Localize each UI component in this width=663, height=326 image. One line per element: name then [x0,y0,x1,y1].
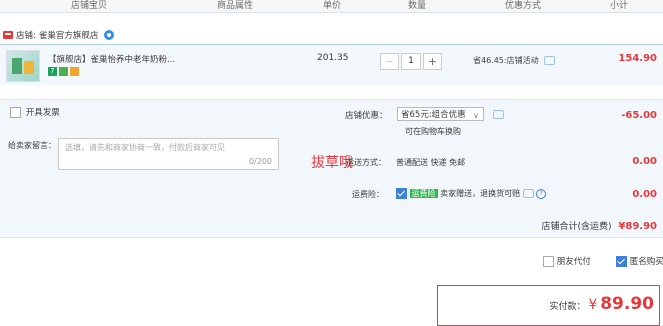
unit-price: 201.35 [317,53,349,63]
shop-discount-select[interactable]: 省65元:组合优惠 ∨ [397,107,484,121]
col-unit-price: 单价 [323,1,342,11]
insurance-amount: 0.00 [632,189,657,200]
invoice-option[interactable]: 开具发票 [10,106,60,118]
chat-icon[interactable] [104,30,115,40]
message-label: 给卖家留言： [8,141,56,150]
anonymous-option[interactable]: 匿名购买 [616,255,663,267]
item-subtotal: 154.90 [618,53,657,64]
col-shop-item: 店铺宝贝 [71,1,108,11]
discount-help-icon[interactable] [493,110,504,119]
col-quantity: 数量 [408,1,427,11]
shop-total-value: ¥89.90 [618,221,657,232]
invoice-label: 开具发票 [25,108,60,118]
final-payment-label: 实付款： [549,302,586,312]
item-discount-text: 省46.45:店铺活动 [473,56,539,65]
quantity-minus-button[interactable]: − [380,53,399,70]
friend-pay-option[interactable]: 朋友代付 [543,255,591,267]
shop-discount-selected: 省65元:组合优惠 [401,110,466,120]
invoice-checkbox[interactable] [10,107,21,118]
discount-info-icon[interactable] [544,56,556,65]
friend-pay-checkbox[interactable] [543,256,554,267]
shop-total: 店铺合计(含运费) ¥89.90 [542,219,658,232]
seven-day-return-badge: 7 [48,67,57,76]
insurance-value: 卖家赠送，退换货可赔 [440,189,521,198]
quantity-input[interactable]: 1 [401,53,421,70]
final-amount: 89.90 [600,294,654,314]
anonymous-checkbox[interactable] [616,256,627,267]
insurance-tag: 运费险 [409,189,438,198]
chevron-down-icon: ∨ [473,111,479,120]
shipping-label: 运送方式： [346,158,386,167]
insurance-option: 运费险 卖家赠送，退换货可赔 ? [396,188,547,199]
product-title-link[interactable]: 【旗舰店】雀巢怡养中老年奶粉... [48,53,175,65]
shop-line: 店铺: 雀巢官方旗舰店 [3,29,115,41]
help-question-icon[interactable]: ? [536,188,547,199]
anonymous-label: 匿名购买 [629,257,663,267]
quantity-plus-button[interactable]: + [423,53,442,70]
col-discount: 优惠方式 [505,1,542,11]
table-header: 店铺宝贝 商品属性 单价 数量 优惠方式 小计 [0,0,663,13]
cart-item-row: 【旗舰店】雀巢怡养中老年奶粉... 7 201.35 省46.45:店铺活动 1… [0,44,663,85]
shipping-value: 普通配送 快递 免邮 [396,158,466,167]
final-currency: ¥ [588,297,598,313]
friend-pay-label: 朋友代付 [556,257,591,267]
quantity-stepper: − 1 + [380,53,442,70]
col-subtotal: 小计 [610,1,629,11]
shop-icon [3,31,13,39]
shop-name-link[interactable]: 雀巢官方旗舰店 [39,29,99,41]
shop-total-label: 店铺合计(含运费) [541,222,612,232]
shop-discount-hint[interactable]: 可在购物车换购 [405,126,461,137]
insurance-checkbox[interactable] [396,188,407,199]
final-payment: 实付款： ¥ 89.90 [550,294,654,314]
insurance-info-icon[interactable] [522,189,534,198]
message-placeholder: 选填，请先和商家协商一致，付款后商家可见 [65,143,225,152]
item-discount: 省46.45:店铺活动 [473,55,556,66]
insurance-label: 运费险： [352,190,384,199]
card-badge-icon [70,67,79,76]
guarantee-badge-icon [59,67,68,76]
shop-discount-amount: -65.00 [621,110,657,121]
seller-message-input[interactable]: 选填，请先和商家协商一致，付款后商家可见 0/200 [58,138,279,170]
product-thumbnail[interactable] [6,50,40,82]
col-attributes: 商品属性 [217,1,254,11]
shop-discount-label: 店铺优惠： [345,111,388,121]
final-payment-box: 实付款： ¥ 89.90 [437,285,660,326]
shipping-amount: 0.00 [632,156,657,167]
shop-prefix: 店铺: [16,31,36,41]
message-char-count: 0/200 [248,157,272,166]
